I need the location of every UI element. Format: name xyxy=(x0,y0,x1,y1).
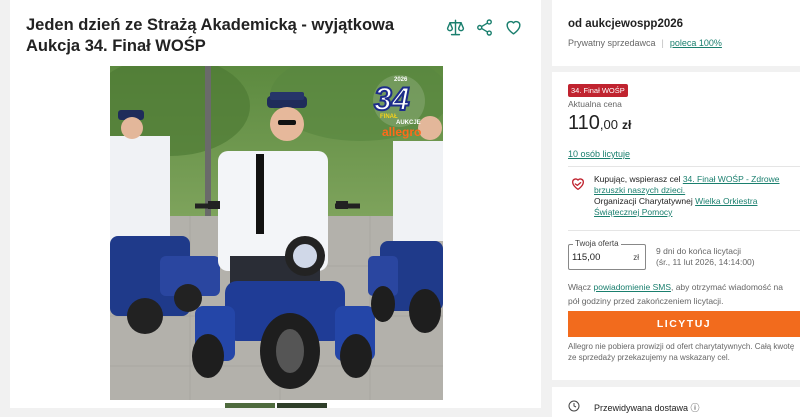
separator: | xyxy=(661,38,664,48)
current-price: 110,00 zł xyxy=(568,112,631,135)
logo-brand: allegro xyxy=(382,125,421,139)
price-decimal: ,00 xyxy=(599,117,618,132)
seller-type: Prywatny sprzedawca xyxy=(568,38,656,48)
scales-icon[interactable] xyxy=(446,18,465,37)
seller-card: od aukcjewospp2026 Prywatny sprzedawca | p… xyxy=(552,0,800,66)
product-actions xyxy=(446,18,523,37)
current-price-label: Aktualna cena xyxy=(568,99,622,109)
offer-currency: zł xyxy=(633,253,639,262)
delivery-card: Przewidywana dostawa ⓘ xyxy=(552,387,800,417)
charity-text: Kupując, wspierasz cel xyxy=(594,174,683,184)
bid-button[interactable]: LICYTUJ xyxy=(568,311,800,337)
heart-icon[interactable] xyxy=(504,18,523,37)
time-left: 9 dni do końca licytacji (śr., 11 lut 20… xyxy=(656,246,755,268)
auction-card: 34. Finał WOŚP Aktualna cena 110,00 zł 10… xyxy=(552,72,800,380)
offer-label: Twoja oferta xyxy=(573,239,621,248)
divider xyxy=(568,166,800,167)
photo-thumbnails xyxy=(225,403,327,408)
sms-link[interactable]: powiadomienie SMS xyxy=(594,282,671,292)
thumbnail[interactable] xyxy=(225,403,275,408)
time-left-text: 9 dni do końca licytacji xyxy=(656,246,742,256)
recommendation-link[interactable]: poleca 100% xyxy=(670,38,722,48)
fee-note: Allegro nie pobiera prowizji od ofert ch… xyxy=(568,342,795,362)
purchase-sidebar: od aukcjewospp2026 Prywatny sprzedawca | p… xyxy=(552,0,800,417)
thumbnail[interactable] xyxy=(277,403,327,408)
product-photo[interactable]: 34 FINAŁ AUKCJE 2026 allegro xyxy=(110,66,443,400)
wosp-badge: 34. Finał WOŚP xyxy=(568,84,628,97)
end-date: (śr., 11 lut 2026, 14:14:00) xyxy=(656,257,755,267)
divider xyxy=(568,230,800,231)
share-icon[interactable] xyxy=(475,18,494,37)
offer-field[interactable]: Twoja oferta zł xyxy=(568,239,646,270)
offer-input[interactable] xyxy=(572,252,622,263)
product-panel: Jeden dzień ze Strażą Akademicką - wyjąt… xyxy=(10,0,541,408)
logo-year: 2026 xyxy=(394,77,408,83)
price-currency: zł xyxy=(621,118,632,132)
charity-info: Kupując, wspierasz cel 34. Finał WOŚP - … xyxy=(594,174,794,218)
clock-icon xyxy=(568,399,580,412)
sms-notice: Włącz powiadomienie SMS, aby otrzymać wi… xyxy=(568,280,792,308)
seller-info: Prywatny sprzedawca | poleca 100% xyxy=(568,38,722,48)
product-title: Jeden dzień ze Strażą Akademicką - wyjąt… xyxy=(26,16,395,55)
heart-hand-icon xyxy=(570,176,586,192)
logo-number: 34 xyxy=(374,81,410,117)
seller-name[interactable]: od aukcjewospp2026 xyxy=(568,18,683,30)
bidders-link[interactable]: 10 osób licytuje xyxy=(568,149,630,159)
price-whole: 110 xyxy=(568,112,600,134)
sms-text: Włącz xyxy=(568,282,594,292)
charity-org-text: Organizacji Charytatywnej xyxy=(594,196,696,206)
